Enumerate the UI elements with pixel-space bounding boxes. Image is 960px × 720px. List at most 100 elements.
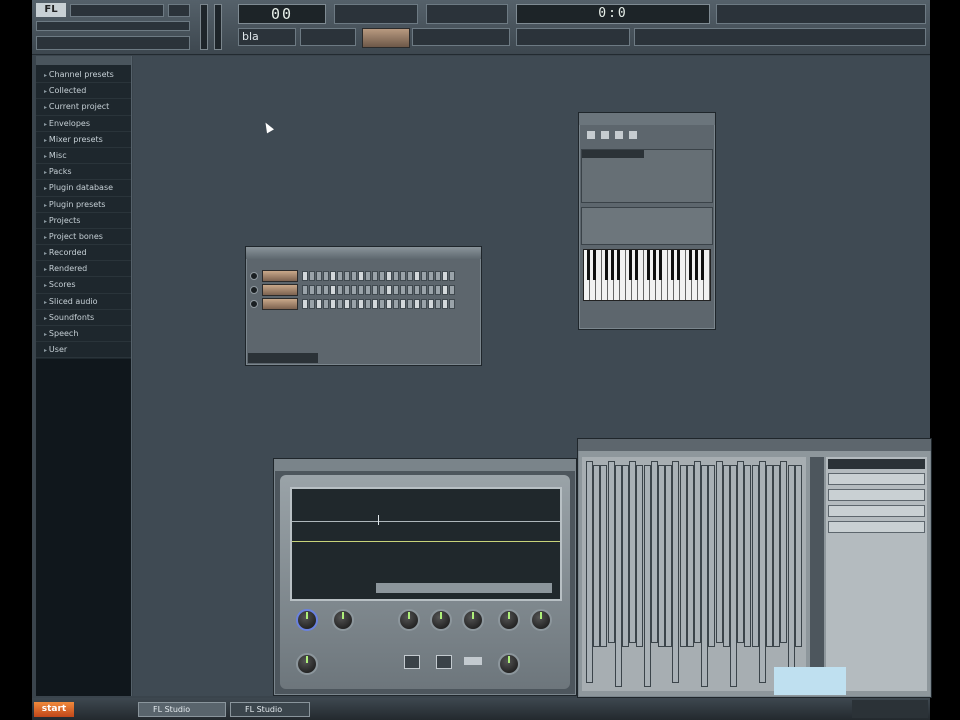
step-button[interactable] — [449, 285, 455, 295]
mixer-track-fader[interactable] — [694, 461, 701, 643]
step-button[interactable] — [330, 271, 336, 281]
browser-item[interactable]: Recorded — [36, 245, 131, 262]
mixer-track-fader[interactable] — [780, 461, 788, 643]
mixer-track-fader[interactable] — [722, 465, 730, 647]
step-button[interactable] — [442, 285, 448, 295]
step-button[interactable] — [351, 271, 357, 281]
step-button[interactable] — [344, 285, 350, 295]
step-sequencer-title[interactable] — [246, 247, 481, 259]
channel-button[interactable] — [262, 284, 298, 296]
instrument-title[interactable] — [579, 113, 715, 125]
mixer-track-fader[interactable] — [622, 465, 629, 647]
step-button[interactable] — [421, 271, 427, 281]
mixer-track-fader[interactable] — [715, 461, 723, 643]
master-pitch-slider[interactable] — [214, 4, 222, 50]
step-button[interactable] — [365, 285, 371, 295]
step-button[interactable] — [400, 271, 406, 281]
effect-slot[interactable] — [828, 521, 925, 533]
step-button[interactable] — [442, 299, 448, 309]
step-button[interactable] — [365, 299, 371, 309]
step-button[interactable] — [414, 271, 420, 281]
mixer-track-fader[interactable] — [636, 465, 644, 647]
browser-item[interactable]: Projects — [36, 213, 131, 229]
step-button[interactable] — [428, 271, 434, 281]
step-button[interactable] — [337, 285, 343, 295]
step-button[interactable] — [393, 271, 399, 281]
step-button[interactable] — [344, 271, 350, 281]
mixer-track-fader[interactable] — [679, 465, 687, 647]
step-button[interactable] — [365, 271, 371, 281]
step-button[interactable] — [449, 271, 455, 281]
mod-y-knob[interactable] — [498, 653, 520, 675]
mixer-track-fader[interactable] — [672, 461, 680, 683]
step-button[interactable] — [414, 285, 420, 295]
browser-item[interactable]: Plugin presets — [36, 197, 131, 213]
step-button[interactable] — [372, 285, 378, 295]
browser-item[interactable]: Mixer presets — [36, 132, 131, 148]
mixer-track-fader[interactable] — [643, 465, 651, 687]
browser-item[interactable]: Misc — [36, 148, 131, 165]
mixer-track-fader[interactable] — [658, 465, 665, 647]
mixer-track-fader[interactable] — [737, 461, 745, 643]
step-button[interactable] — [309, 285, 315, 295]
step-button[interactable] — [330, 285, 336, 295]
snap-selector[interactable] — [300, 28, 356, 46]
mixer-track-fader[interactable] — [701, 465, 709, 687]
step-button[interactable] — [372, 271, 378, 281]
step-button[interactable] — [400, 285, 406, 295]
attack-knob[interactable] — [398, 609, 420, 631]
mixer-track-fader[interactable] — [751, 465, 759, 647]
piano-white-key[interactable] — [704, 250, 710, 300]
step-button[interactable] — [393, 285, 399, 295]
settings-icon[interactable] — [601, 131, 609, 139]
window-shortcuts[interactable] — [412, 28, 510, 46]
step-button[interactable] — [323, 271, 329, 281]
time-display[interactable]: 0:0 — [516, 4, 710, 24]
step-button[interactable] — [414, 299, 420, 309]
taskbar-app-button[interactable]: FL Studio — [138, 702, 226, 717]
channel-button[interactable] — [262, 298, 298, 310]
channel-mute-led[interactable] — [250, 286, 258, 294]
sustain-knob[interactable] — [462, 609, 484, 631]
step-button[interactable] — [316, 285, 322, 295]
menu-logo[interactable]: FL — [36, 3, 66, 17]
mixer-track-fader[interactable] — [614, 465, 622, 687]
step-button[interactable] — [358, 299, 364, 309]
decay-knob[interactable] — [430, 609, 452, 631]
effect-slot[interactable] — [828, 473, 925, 485]
browser-item[interactable]: Scores — [36, 277, 131, 294]
mixer-track-fader[interactable] — [629, 461, 637, 643]
plugin-icon[interactable] — [587, 131, 595, 139]
mode-selector[interactable] — [464, 657, 482, 665]
taskbar-app-button[interactable]: FL Studio — [230, 702, 310, 717]
step-button[interactable] — [421, 299, 427, 309]
envelope-icon[interactable] — [629, 131, 637, 139]
step-button[interactable] — [351, 285, 357, 295]
step-button[interactable] — [400, 299, 406, 309]
step-button[interactable] — [407, 285, 413, 295]
step-button[interactable] — [407, 299, 413, 309]
instrument-window[interactable] — [578, 112, 716, 330]
browser-item[interactable]: Current project — [36, 99, 131, 116]
step-button[interactable] — [302, 271, 308, 281]
mixer-track-fader[interactable] — [708, 465, 716, 647]
step-button[interactable] — [372, 299, 378, 309]
step-button[interactable] — [309, 299, 315, 309]
piano-keyboard[interactable] — [583, 249, 711, 301]
step-button[interactable] — [428, 299, 434, 309]
browser-item[interactable]: Collected — [36, 83, 131, 100]
browser-item[interactable]: Rendered — [36, 261, 131, 278]
master-volume-slider[interactable] — [200, 4, 208, 50]
step-button[interactable] — [386, 299, 392, 309]
browser-item[interactable]: Speech — [36, 326, 131, 343]
step-button[interactable] — [323, 299, 329, 309]
sync-toggle-button[interactable] — [436, 655, 452, 669]
song-title-field[interactable] — [70, 4, 164, 17]
browser-item[interactable]: Soundfonts — [36, 310, 131, 326]
mixer-track-fader[interactable] — [730, 465, 737, 687]
mixer-track-fader[interactable] — [650, 461, 658, 643]
step-button[interactable] — [421, 285, 427, 295]
playhead-marker[interactable] — [378, 515, 379, 525]
start-button[interactable]: start — [34, 702, 74, 717]
mixer-track-fader[interactable] — [686, 465, 694, 647]
